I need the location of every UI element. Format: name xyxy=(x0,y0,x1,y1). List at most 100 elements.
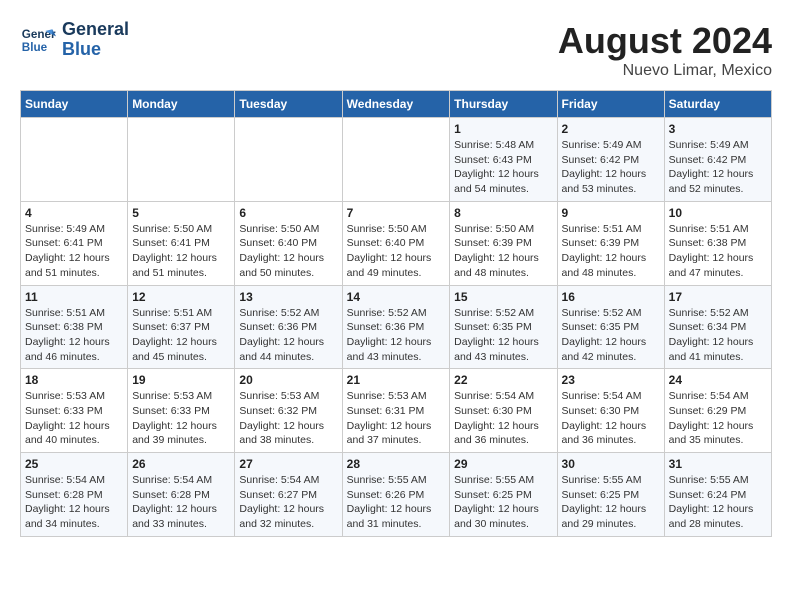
day-number: 7 xyxy=(347,206,446,220)
calendar-cell: 18 Sunrise: 5:53 AM Sunset: 6:33 PM Dayli… xyxy=(21,369,128,453)
day-info: Sunrise: 5:49 AM Sunset: 6:42 PM Dayligh… xyxy=(562,138,660,197)
calendar-cell xyxy=(128,118,235,202)
calendar-body: 1 Sunrise: 5:48 AM Sunset: 6:43 PM Daylig… xyxy=(21,118,772,537)
calendar-week-row: 18 Sunrise: 5:53 AM Sunset: 6:33 PM Dayli… xyxy=(21,369,772,453)
calendar-week-row: 4 Sunrise: 5:49 AM Sunset: 6:41 PM Daylig… xyxy=(21,201,772,285)
day-info: Sunrise: 5:51 AM Sunset: 6:39 PM Dayligh… xyxy=(562,222,660,281)
calendar-table: SundayMondayTuesdayWednesdayThursdayFrid… xyxy=(20,90,772,537)
day-number: 29 xyxy=(454,457,552,471)
calendar-week-row: 25 Sunrise: 5:54 AM Sunset: 6:28 PM Dayli… xyxy=(21,453,772,537)
day-info: Sunrise: 5:54 AM Sunset: 6:28 PM Dayligh… xyxy=(132,473,230,532)
logo-icon: General Blue xyxy=(20,22,56,58)
calendar-cell: 15 Sunrise: 5:52 AM Sunset: 6:35 PM Dayli… xyxy=(450,285,557,369)
day-info: Sunrise: 5:52 AM Sunset: 6:36 PM Dayligh… xyxy=(347,306,446,365)
weekday-header: Thursday xyxy=(450,91,557,118)
weekday-header: Saturday xyxy=(664,91,771,118)
calendar-cell: 7Sunrise: 5:50 AM Sunset: 6:40 PM Daylig… xyxy=(342,201,450,285)
calendar-cell: 22 Sunrise: 5:54 AM Sunset: 6:30 PM Dayli… xyxy=(450,369,557,453)
weekday-header: Tuesday xyxy=(235,91,342,118)
day-info: Sunrise: 5:52 AM Sunset: 6:36 PM Dayligh… xyxy=(239,306,337,365)
calendar-cell: 17 Sunrise: 5:52 AM Sunset: 6:34 PM Dayli… xyxy=(664,285,771,369)
calendar-cell: 23Sunrise: 5:54 AM Sunset: 6:30 PM Dayli… xyxy=(557,369,664,453)
day-number: 20 xyxy=(239,373,337,387)
calendar-cell xyxy=(21,118,128,202)
day-number: 21 xyxy=(347,373,446,387)
day-info: Sunrise: 5:49 AM Sunset: 6:42 PM Dayligh… xyxy=(669,138,767,197)
day-info: Sunrise: 5:50 AM Sunset: 6:39 PM Dayligh… xyxy=(454,222,552,281)
day-number: 18 xyxy=(25,373,123,387)
calendar-cell: 12 Sunrise: 5:51 AM Sunset: 6:37 PM Dayli… xyxy=(128,285,235,369)
calendar-week-row: 11Sunrise: 5:51 AM Sunset: 6:38 PM Dayli… xyxy=(21,285,772,369)
day-info: Sunrise: 5:54 AM Sunset: 6:27 PM Dayligh… xyxy=(239,473,337,532)
calendar-cell: 28 Sunrise: 5:55 AM Sunset: 6:26 PM Dayli… xyxy=(342,453,450,537)
day-number: 22 xyxy=(454,373,552,387)
calendar-cell: 31Sunrise: 5:55 AM Sunset: 6:24 PM Dayli… xyxy=(664,453,771,537)
logo: General Blue General Blue xyxy=(20,20,129,60)
day-info: Sunrise: 5:49 AM Sunset: 6:41 PM Dayligh… xyxy=(25,222,123,281)
day-number: 28 xyxy=(347,457,446,471)
calendar-cell: 21 Sunrise: 5:53 AM Sunset: 6:31 PM Dayli… xyxy=(342,369,450,453)
day-number: 27 xyxy=(239,457,337,471)
day-info: Sunrise: 5:55 AM Sunset: 6:26 PM Dayligh… xyxy=(347,473,446,532)
day-number: 3 xyxy=(669,122,767,136)
calendar-cell xyxy=(235,118,342,202)
calendar-cell: 1 Sunrise: 5:48 AM Sunset: 6:43 PM Daylig… xyxy=(450,118,557,202)
calendar-cell: 14 Sunrise: 5:52 AM Sunset: 6:36 PM Dayli… xyxy=(342,285,450,369)
day-number: 1 xyxy=(454,122,552,136)
day-info: Sunrise: 5:55 AM Sunset: 6:25 PM Dayligh… xyxy=(454,473,552,532)
day-info: Sunrise: 5:51 AM Sunset: 6:37 PM Dayligh… xyxy=(132,306,230,365)
calendar-cell: 24Sunrise: 5:54 AM Sunset: 6:29 PM Dayli… xyxy=(664,369,771,453)
location: Nuevo Limar, Mexico xyxy=(558,62,772,80)
calendar-cell: 3 Sunrise: 5:49 AM Sunset: 6:42 PM Daylig… xyxy=(664,118,771,202)
day-info: Sunrise: 5:48 AM Sunset: 6:43 PM Dayligh… xyxy=(454,138,552,197)
calendar-cell: 5 Sunrise: 5:50 AM Sunset: 6:41 PM Daylig… xyxy=(128,201,235,285)
day-info: Sunrise: 5:54 AM Sunset: 6:29 PM Dayligh… xyxy=(669,389,767,448)
day-info: Sunrise: 5:51 AM Sunset: 6:38 PM Dayligh… xyxy=(25,306,123,365)
day-number: 30 xyxy=(562,457,660,471)
day-info: Sunrise: 5:55 AM Sunset: 6:24 PM Dayligh… xyxy=(669,473,767,532)
page-header: General Blue General Blue August 2024 Nu… xyxy=(20,20,772,80)
day-number: 26 xyxy=(132,457,230,471)
day-number: 5 xyxy=(132,206,230,220)
calendar-cell: 20Sunrise: 5:53 AM Sunset: 6:32 PM Dayli… xyxy=(235,369,342,453)
weekday-header: Sunday xyxy=(21,91,128,118)
calendar-header: SundayMondayTuesdayWednesdayThursdayFrid… xyxy=(21,91,772,118)
day-number: 14 xyxy=(347,290,446,304)
day-info: Sunrise: 5:50 AM Sunset: 6:41 PM Dayligh… xyxy=(132,222,230,281)
day-number: 6 xyxy=(239,206,337,220)
calendar-cell: 29 Sunrise: 5:55 AM Sunset: 6:25 PM Dayli… xyxy=(450,453,557,537)
day-info: Sunrise: 5:53 AM Sunset: 6:31 PM Dayligh… xyxy=(347,389,446,448)
day-number: 12 xyxy=(132,290,230,304)
day-info: Sunrise: 5:52 AM Sunset: 6:34 PM Dayligh… xyxy=(669,306,767,365)
calendar-cell: 19Sunrise: 5:53 AM Sunset: 6:33 PM Dayli… xyxy=(128,369,235,453)
day-number: 10 xyxy=(669,206,767,220)
day-number: 16 xyxy=(562,290,660,304)
day-number: 2 xyxy=(562,122,660,136)
day-info: Sunrise: 5:55 AM Sunset: 6:25 PM Dayligh… xyxy=(562,473,660,532)
calendar-cell: 6 Sunrise: 5:50 AM Sunset: 6:40 PM Daylig… xyxy=(235,201,342,285)
calendar-cell: 25 Sunrise: 5:54 AM Sunset: 6:28 PM Dayli… xyxy=(21,453,128,537)
calendar-cell xyxy=(342,118,450,202)
weekday-row: SundayMondayTuesdayWednesdayThursdayFrid… xyxy=(21,91,772,118)
calendar-cell: 30 Sunrise: 5:55 AM Sunset: 6:25 PM Dayli… xyxy=(557,453,664,537)
calendar-cell: 27 Sunrise: 5:54 AM Sunset: 6:27 PM Dayli… xyxy=(235,453,342,537)
day-info: Sunrise: 5:53 AM Sunset: 6:33 PM Dayligh… xyxy=(25,389,123,448)
day-info: Sunrise: 5:54 AM Sunset: 6:28 PM Dayligh… xyxy=(25,473,123,532)
day-number: 17 xyxy=(669,290,767,304)
day-number: 25 xyxy=(25,457,123,471)
day-number: 9 xyxy=(562,206,660,220)
calendar-cell: 9 Sunrise: 5:51 AM Sunset: 6:39 PM Daylig… xyxy=(557,201,664,285)
day-info: Sunrise: 5:52 AM Sunset: 6:35 PM Dayligh… xyxy=(454,306,552,365)
day-number: 15 xyxy=(454,290,552,304)
day-info: Sunrise: 5:54 AM Sunset: 6:30 PM Dayligh… xyxy=(454,389,552,448)
day-number: 4 xyxy=(25,206,123,220)
day-number: 13 xyxy=(239,290,337,304)
day-info: Sunrise: 5:51 AM Sunset: 6:38 PM Dayligh… xyxy=(669,222,767,281)
day-number: 8 xyxy=(454,206,552,220)
calendar-cell: 4 Sunrise: 5:49 AM Sunset: 6:41 PM Daylig… xyxy=(21,201,128,285)
day-info: Sunrise: 5:50 AM Sunset: 6:40 PM Dayligh… xyxy=(239,222,337,281)
logo-text: General Blue xyxy=(62,20,129,60)
weekday-header: Monday xyxy=(128,91,235,118)
svg-text:Blue: Blue xyxy=(22,41,48,54)
calendar-cell: 26 Sunrise: 5:54 AM Sunset: 6:28 PM Dayli… xyxy=(128,453,235,537)
